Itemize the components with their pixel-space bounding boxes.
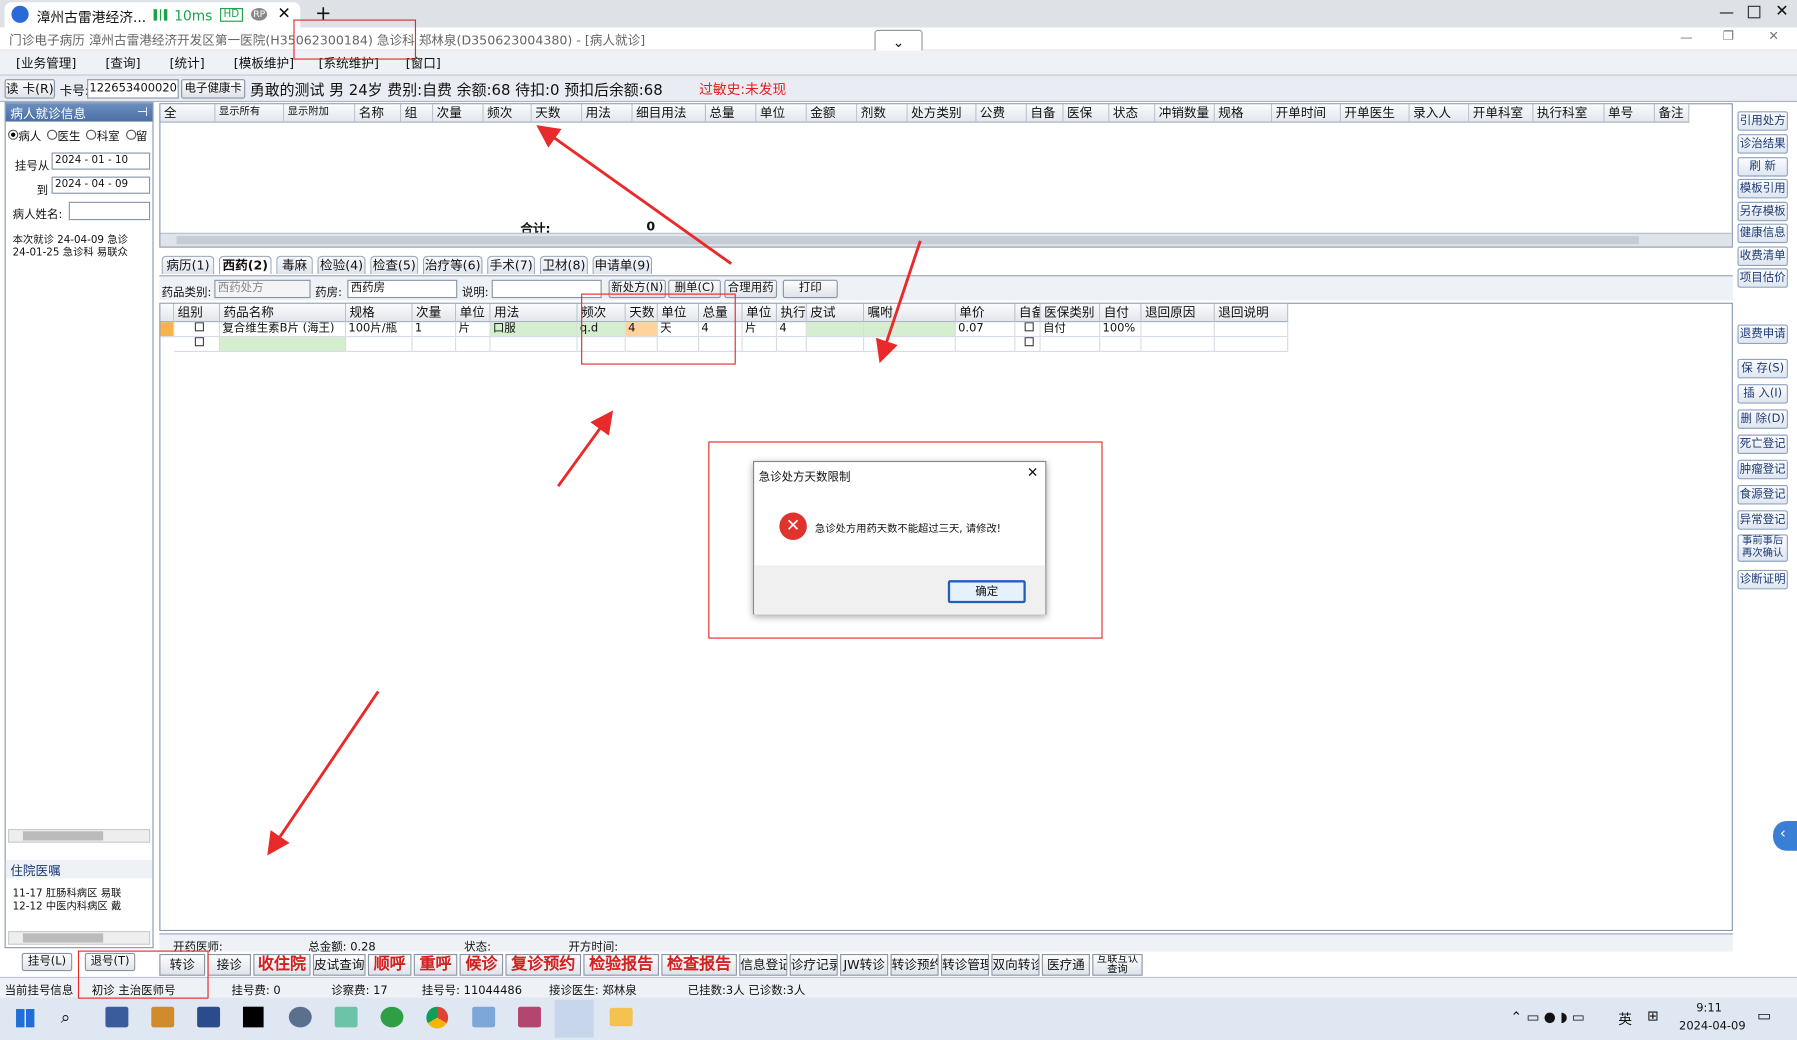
annotation-arrow (875, 240, 922, 364)
screen: 漳州古雷港经济... 10ms HD RP ✕ + — ✕ 门诊电子病历 漳州古… (0, 0, 1797, 1040)
annotation-arrow (536, 125, 733, 265)
annotation-arrows (267, 125, 922, 856)
annotation-arrow (267, 690, 380, 856)
annotation-arrow (556, 410, 614, 488)
